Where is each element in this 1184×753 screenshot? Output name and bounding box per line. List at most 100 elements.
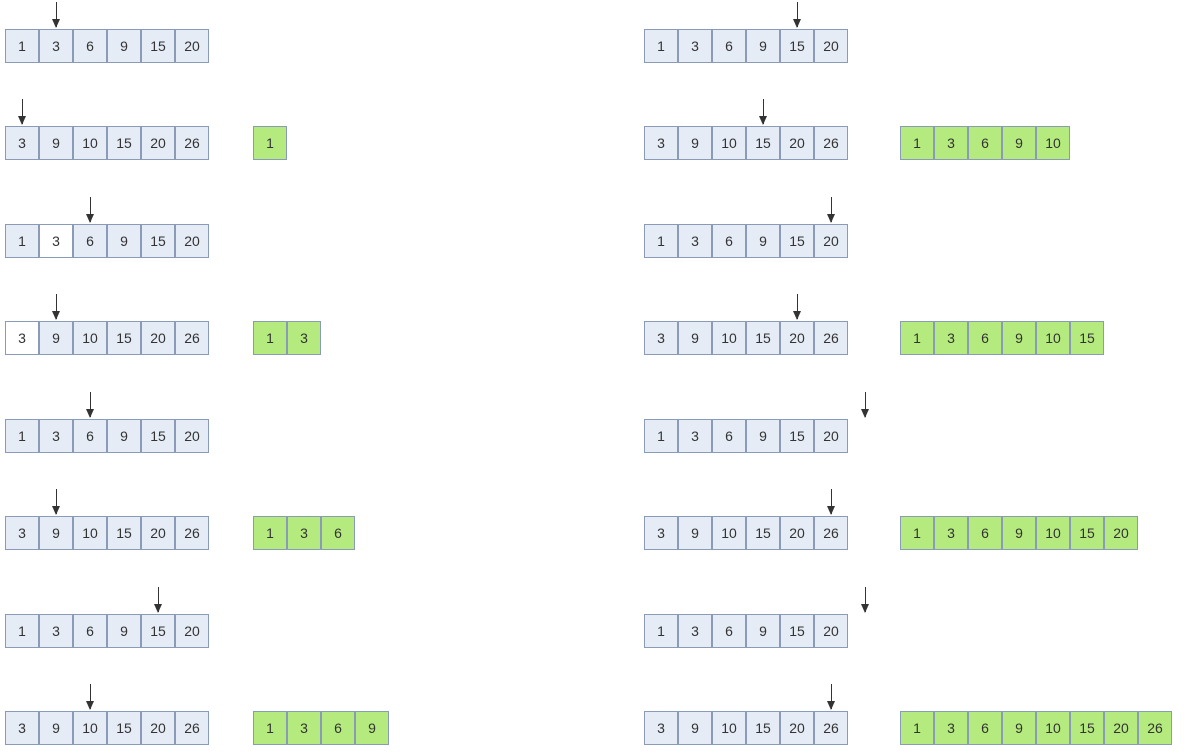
arr1-cell-0: 1: [644, 614, 678, 648]
result-cell-0: 1: [253, 711, 287, 745]
step-0-result: 1: [253, 126, 287, 160]
result-cell-1: 3: [934, 516, 968, 550]
result-cell-1: 3: [287, 711, 321, 745]
pointer-arrow: [831, 197, 832, 222]
result: 1369: [253, 711, 389, 745]
arr1-cell-5: 20: [814, 614, 848, 648]
arr2-cell-2: 10: [73, 321, 107, 355]
arr2-cell-3: 15: [746, 516, 780, 550]
step-6-array1: 13691520: [644, 419, 848, 453]
step-3-result: 1369: [253, 711, 389, 745]
step-6-result: 1369101520: [900, 516, 1138, 550]
arr1-cell-5: 20: [814, 29, 848, 63]
arr2-cell-4: 20: [780, 321, 814, 355]
arr1-cell-1: 3: [39, 419, 73, 453]
result-cell-0: 1: [253, 126, 287, 160]
result: 136910: [900, 126, 1070, 160]
step-1-array2: 3910152026: [5, 321, 209, 355]
result-cell-3: 9: [1002, 126, 1036, 160]
result-cell-4: 10: [1036, 126, 1070, 160]
result-cell-5: 15: [1070, 711, 1104, 745]
arr2-cell-4: 20: [141, 321, 175, 355]
arr2-cell-0: 3: [644, 126, 678, 160]
result: 136: [253, 516, 355, 550]
arr1-cell-0: 1: [644, 224, 678, 258]
pointer-arrow: [56, 2, 57, 27]
result-cell-2: 6: [968, 711, 1002, 745]
result-cell-0: 1: [253, 516, 287, 550]
arr1-cell-1: 3: [39, 29, 73, 63]
arr2-cell-0: 3: [5, 516, 39, 550]
arr1-cell-5: 20: [175, 224, 209, 258]
arr1-cell-1: 3: [678, 419, 712, 453]
arr1-cell-1: 3: [678, 29, 712, 63]
arr1-cell-2: 6: [73, 29, 107, 63]
arr1: 13691520: [644, 419, 848, 453]
arr1-cell-5: 20: [175, 29, 209, 63]
arr2-cell-3: 15: [107, 321, 141, 355]
pointer-arrow: [90, 392, 91, 417]
step-2-array1: 13691520: [5, 419, 209, 453]
arr1-cell-4: 15: [141, 29, 175, 63]
arr2-cell-1: 9: [39, 321, 73, 355]
step-5-array1: 13691520: [644, 224, 848, 258]
pointer-arrow: [90, 197, 91, 222]
arr2: 3910152026: [644, 711, 848, 745]
arr1-cell-5: 20: [814, 224, 848, 258]
result-cell-2: 6: [321, 516, 355, 550]
arr1-cell-4: 15: [141, 419, 175, 453]
arr1-cell-4: 15: [141, 614, 175, 648]
arr2-cell-5: 26: [814, 711, 848, 745]
arr2-cell-5: 26: [175, 126, 209, 160]
arr1-cell-3: 9: [746, 614, 780, 648]
arr1-cell-5: 20: [814, 419, 848, 453]
arr1-cell-2: 6: [712, 419, 746, 453]
arr2-cell-1: 9: [39, 126, 73, 160]
arr1-cell-2: 6: [712, 29, 746, 63]
arr2-cell-2: 10: [712, 516, 746, 550]
result: 13691015: [900, 321, 1104, 355]
result-cell-0: 1: [900, 126, 934, 160]
arr1-cell-2: 6: [712, 614, 746, 648]
step-5-array2: 3910152026: [644, 321, 848, 355]
arr1-cell-1: 3: [39, 614, 73, 648]
arr2-cell-5: 26: [175, 516, 209, 550]
arr1-cell-0: 1: [5, 29, 39, 63]
step-7-array2: 3910152026: [644, 711, 848, 745]
result-cell-1: 3: [934, 711, 968, 745]
pointer-arrow: [865, 392, 866, 417]
step-1-result: 13: [253, 321, 321, 355]
step-3-array1: 13691520: [5, 614, 209, 648]
arr1-cell-3: 9: [746, 224, 780, 258]
pointer-arrow: [90, 684, 91, 709]
arr2-cell-1: 9: [39, 516, 73, 550]
result-cell-3: 9: [1002, 516, 1036, 550]
arr1: 13691520: [644, 29, 848, 63]
arr2: 3910152026: [5, 321, 209, 355]
arr1-cell-0: 1: [5, 419, 39, 453]
pointer-arrow: [158, 587, 159, 612]
arr1: 13691520: [5, 614, 209, 648]
result-cell-1: 3: [934, 321, 968, 355]
result-cell-7: 26: [1138, 711, 1172, 745]
arr2-cell-4: 20: [780, 126, 814, 160]
result-cell-2: 6: [968, 126, 1002, 160]
result-cell-4: 10: [1036, 711, 1070, 745]
result-cell-1: 3: [287, 516, 321, 550]
arr2-cell-3: 15: [746, 711, 780, 745]
arr2-cell-2: 10: [712, 711, 746, 745]
arr1: 13691520: [5, 224, 209, 258]
arr1-cell-0: 1: [5, 224, 39, 258]
pointer-arrow: [22, 99, 23, 124]
step-7-array1: 13691520: [644, 614, 848, 648]
arr2-cell-1: 9: [678, 516, 712, 550]
pointer-arrow: [797, 2, 798, 27]
arr2: 3910152026: [644, 126, 848, 160]
arr2: 3910152026: [644, 516, 848, 550]
arr2: 3910152026: [644, 321, 848, 355]
result-cell-3: 9: [1002, 321, 1036, 355]
arr1-cell-0: 1: [5, 614, 39, 648]
result-cell-2: 6: [321, 711, 355, 745]
arr1-cell-1: 3: [39, 224, 73, 258]
arr1-cell-3: 9: [107, 419, 141, 453]
